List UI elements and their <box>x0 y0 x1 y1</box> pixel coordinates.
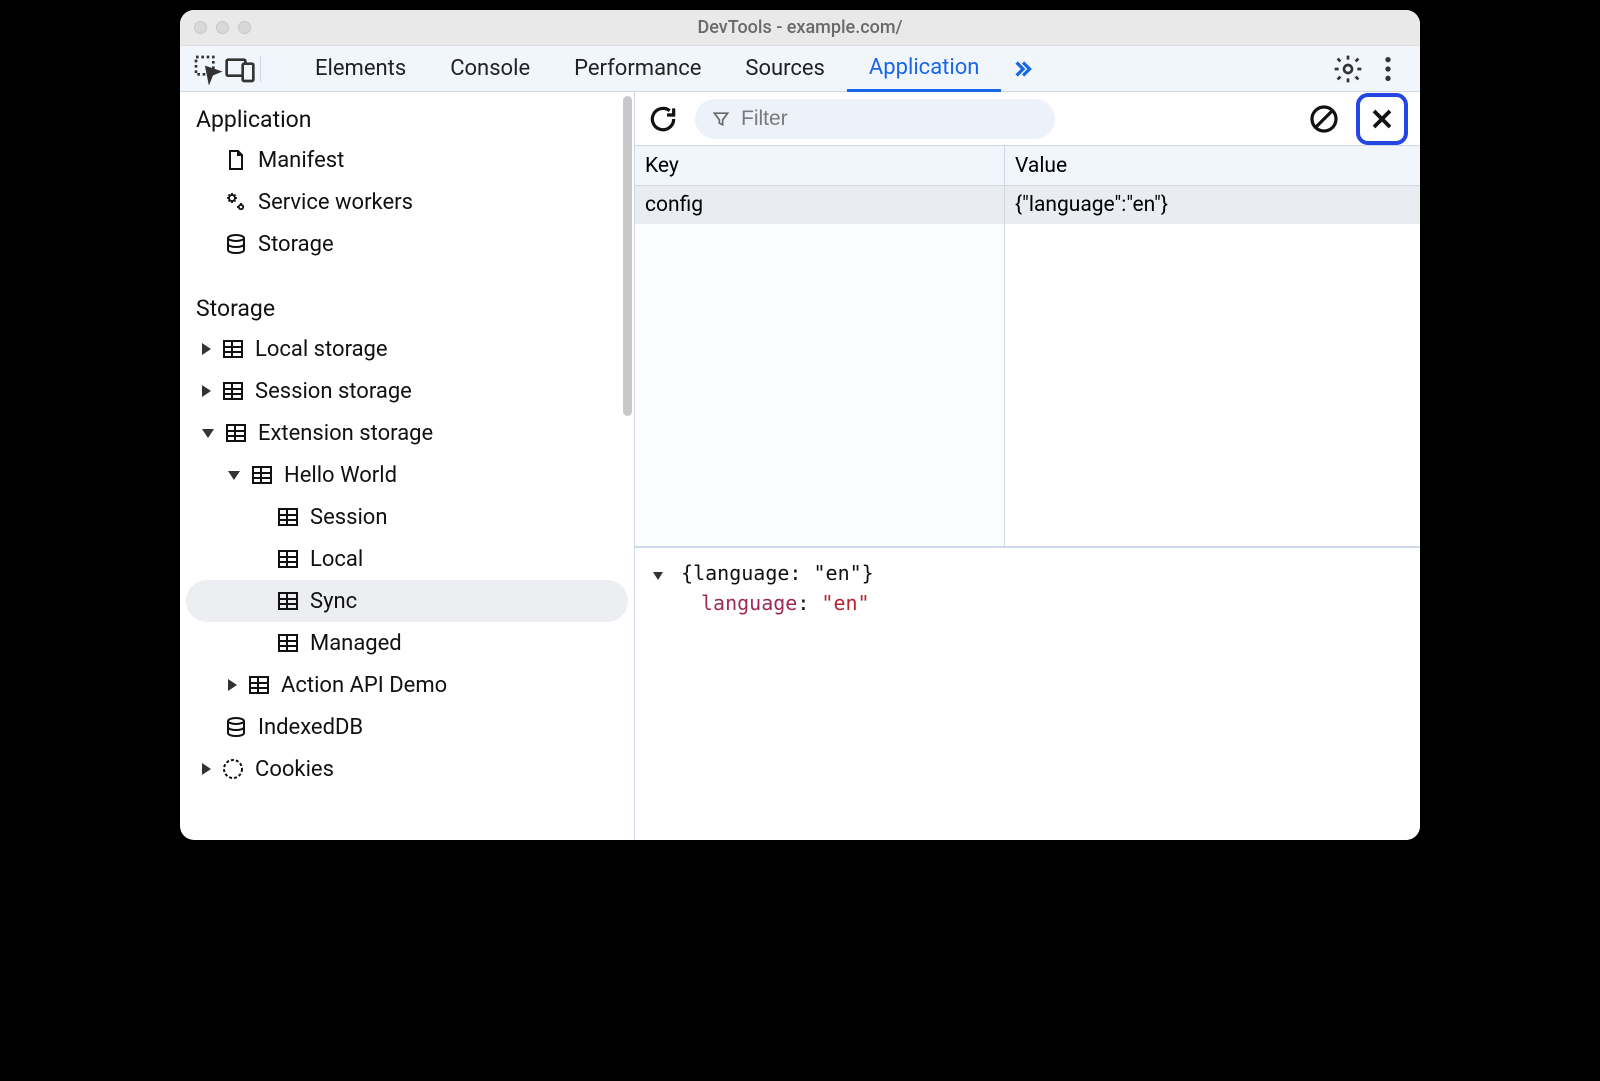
kebab-menu-icon[interactable] <box>1372 53 1404 85</box>
refresh-icon[interactable] <box>647 103 679 135</box>
column-key-header[interactable]: Key <box>635 146 1005 185</box>
expand-icon[interactable] <box>202 763 211 775</box>
more-tabs-icon[interactable] <box>1001 46 1043 92</box>
table-icon <box>276 631 300 655</box>
filter-input-wrap[interactable] <box>695 99 1055 139</box>
expand-icon[interactable] <box>202 343 211 355</box>
object-preview: {language: "en"} language: "en" <box>635 548 1420 840</box>
storage-table: Key Value config {"language":"en"} <box>635 146 1420 548</box>
table-icon <box>221 379 245 403</box>
section-storage-header: Storage <box>180 287 634 328</box>
cookie-icon <box>221 757 245 781</box>
table-icon <box>224 421 248 445</box>
sidebar-item-storage[interactable]: Storage <box>180 223 634 265</box>
storage-toolbar <box>635 92 1420 146</box>
devtools-window: DevTools - example.com/ Elements Console… <box>180 10 1420 840</box>
manifest-icon <box>224 148 248 172</box>
sidebar-item-label: Session storage <box>255 379 412 404</box>
tabbar: Elements Console Performance Sources App… <box>180 46 1420 92</box>
cell-key[interactable]: config <box>635 186 1005 224</box>
database-icon <box>224 715 248 739</box>
main-pane: Key Value config {"language":"en"} {lang… <box>635 92 1420 840</box>
delete-selected-icon[interactable] <box>1366 103 1398 135</box>
scrollbar-thumb[interactable] <box>623 96 632 416</box>
table-icon <box>250 463 274 487</box>
sidebar-item-extension-storage[interactable]: Extension storage <box>180 412 634 454</box>
tab-sources[interactable]: Sources <box>723 46 847 92</box>
tab-elements[interactable]: Elements <box>293 46 428 92</box>
sidebar-item-label: Local <box>310 547 363 572</box>
preview-summary-text: {language: "en"} <box>681 561 874 585</box>
database-icon <box>224 232 248 256</box>
sidebar-item-label: Cookies <box>255 757 334 782</box>
expand-icon[interactable] <box>202 385 211 397</box>
table-empty-area <box>635 224 1420 546</box>
tab-console[interactable]: Console <box>428 46 552 92</box>
expand-icon[interactable] <box>228 679 237 691</box>
settings-icon[interactable] <box>1332 53 1364 85</box>
sidebar-item-label: Action API Demo <box>281 673 447 698</box>
sidebar-item-label: Managed <box>310 631 402 656</box>
sidebar-item-label: Local storage <box>255 337 388 362</box>
collapse-icon[interactable] <box>653 572 663 580</box>
delete-selected-highlight <box>1356 93 1408 145</box>
tab-application[interactable]: Application <box>847 46 1001 92</box>
filter-icon <box>711 109 731 129</box>
sidebar-item-service-workers[interactable]: Service workers <box>180 181 634 223</box>
sidebar-item-ext-managed[interactable]: Managed <box>180 622 634 664</box>
sidebar-item-label: Service workers <box>258 190 413 215</box>
sidebar-item-hello-world[interactable]: Hello World <box>180 454 634 496</box>
sidebar-item-label: Session <box>310 505 387 530</box>
sidebar-item-indexeddb[interactable]: IndexedDB <box>180 706 634 748</box>
gears-icon <box>224 190 248 214</box>
preview-value: "en" <box>821 591 869 615</box>
table-icon <box>247 673 271 697</box>
divider <box>260 56 261 82</box>
sidebar: Application Manifest Service workers <box>180 92 635 840</box>
table-row[interactable]: config {"language":"en"} <box>635 186 1420 224</box>
content: Application Manifest Service workers <box>180 92 1420 840</box>
sidebar-item-label: Sync <box>310 589 357 614</box>
sidebar-item-ext-session[interactable]: Session <box>180 496 634 538</box>
filter-input[interactable] <box>741 107 1039 131</box>
cell-value[interactable]: {"language":"en"} <box>1005 186 1420 224</box>
clear-all-icon[interactable] <box>1308 103 1340 135</box>
sidebar-item-label: IndexedDB <box>258 715 363 740</box>
sidebar-item-manifest[interactable]: Manifest <box>180 139 634 181</box>
preview-key: language <box>701 591 797 615</box>
sidebar-item-label: Storage <box>258 232 334 257</box>
device-toolbar-icon[interactable] <box>224 53 256 85</box>
sidebar-item-action-api-demo[interactable]: Action API Demo <box>180 664 634 706</box>
collapse-icon[interactable] <box>228 471 240 480</box>
tab-list: Elements Console Performance Sources App… <box>293 46 1332 92</box>
column-value-header[interactable]: Value <box>1005 146 1420 185</box>
tab-performance[interactable]: Performance <box>552 46 723 92</box>
preview-property[interactable]: language: "en" <box>701 588 1402 618</box>
table-icon <box>276 589 300 613</box>
sidebar-item-label: Extension storage <box>258 421 433 446</box>
sidebar-item-ext-local[interactable]: Local <box>180 538 634 580</box>
sidebar-item-cookies[interactable]: Cookies <box>180 748 634 790</box>
sidebar-item-label: Manifest <box>258 148 344 173</box>
window-title: DevTools - example.com/ <box>180 17 1420 38</box>
sidebar-item-label: Hello World <box>284 463 397 488</box>
sidebar-item-ext-sync[interactable]: Sync <box>186 580 628 622</box>
table-header: Key Value <box>635 146 1420 186</box>
table-icon <box>276 547 300 571</box>
sidebar-item-session-storage[interactable]: Session storage <box>180 370 634 412</box>
section-application-header: Application <box>180 98 634 139</box>
titlebar: DevTools - example.com/ <box>180 10 1420 46</box>
table-icon <box>276 505 300 529</box>
collapse-icon[interactable] <box>202 429 214 438</box>
preview-summary-line[interactable]: {language: "en"} <box>653 558 1402 588</box>
sidebar-item-local-storage[interactable]: Local storage <box>180 328 634 370</box>
table-icon <box>221 337 245 361</box>
inspect-element-icon[interactable] <box>192 53 224 85</box>
